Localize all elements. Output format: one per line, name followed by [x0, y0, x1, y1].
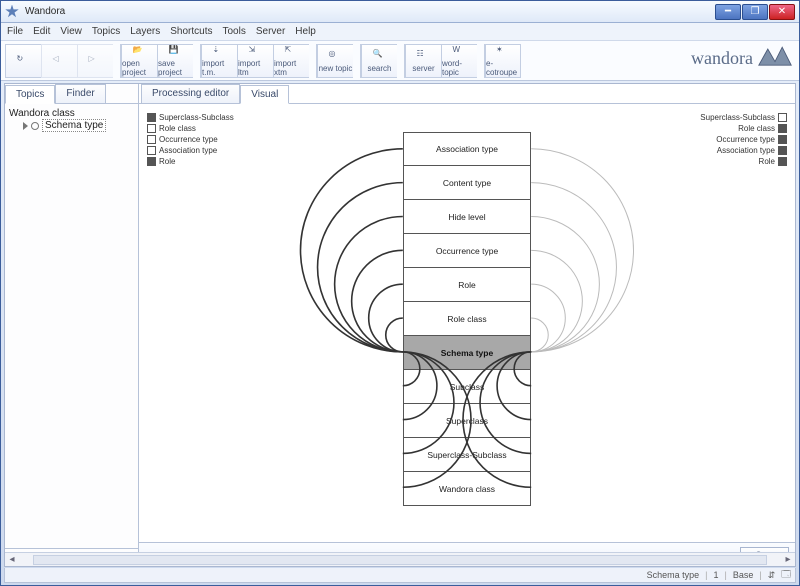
- word-icon: W: [453, 45, 467, 58]
- menu-topics[interactable]: Topics: [92, 26, 120, 37]
- tree-root[interactable]: Wandora class: [9, 108, 134, 119]
- open-icon: 📂: [133, 45, 147, 58]
- scroll-left-icon[interactable]: ◂: [5, 553, 19, 567]
- toolbar-fwd[interactable]: ▷: [77, 44, 113, 78]
- client-area: Topics Finder Wandora class Schema type …: [4, 83, 796, 567]
- status-bar: Schema type | 1 | Base | ⇵ 🗔: [4, 568, 796, 583]
- arc-edges: [139, 104, 795, 542]
- menu-server[interactable]: Server: [256, 26, 285, 37]
- sidebar-tabs: Topics Finder: [5, 84, 138, 104]
- window-title: Wandora: [25, 6, 715, 17]
- tri-left-icon: ◁: [53, 54, 67, 68]
- save-icon: 💾: [169, 45, 183, 58]
- scroll-right-icon[interactable]: ▸: [781, 553, 795, 567]
- h-scrollbar[interactable]: ◂ ▸: [5, 552, 795, 566]
- visualization-canvas[interactable]: Superclass-SubclassRole classOccurrence …: [139, 104, 795, 542]
- tree-child[interactable]: Schema type: [23, 119, 134, 132]
- tree-o-icon: [31, 122, 39, 130]
- tri-right-icon: ▷: [89, 54, 103, 68]
- toolbar-refresh[interactable]: ↻: [5, 44, 41, 78]
- toolbar-back[interactable]: ◁: [41, 44, 77, 78]
- cube-icon: ◎: [329, 49, 343, 63]
- menu-layers[interactable]: Layers: [130, 26, 160, 37]
- menu-view[interactable]: View: [60, 26, 82, 37]
- import3-icon: ⇱: [285, 45, 299, 58]
- menu-shortcuts[interactable]: Shortcuts: [170, 26, 212, 37]
- menu-tools[interactable]: Tools: [222, 26, 245, 37]
- close-button[interactable]: ✕: [769, 4, 795, 20]
- tree-child-label[interactable]: Schema type: [42, 119, 106, 132]
- status-icon-b[interactable]: 🗔: [781, 567, 791, 583]
- tab-processing-editor[interactable]: Processing editor: [141, 84, 240, 103]
- refresh-icon: ↻: [17, 54, 31, 68]
- toolbar-save-project[interactable]: 💾save project: [157, 44, 193, 78]
- import-icon: ⇣: [213, 45, 227, 58]
- status-icon-a[interactable]: ⇵: [768, 570, 776, 581]
- search-icon: 🔍: [373, 49, 387, 63]
- editor-tabs: Processing editor Visual: [139, 84, 795, 104]
- toolbar-new-topic[interactable]: ◎new topic: [317, 44, 353, 78]
- title-bar[interactable]: Wandora ━ ❐ ✕: [1, 1, 799, 23]
- status-context: Schema type: [647, 570, 700, 580]
- sidebar: Topics Finder Wandora class Schema type …: [5, 84, 139, 566]
- toolbar-import-ltm[interactable]: ⇲import ltm: [237, 44, 273, 78]
- toolbar-server[interactable]: ☷server: [405, 44, 441, 78]
- tab-topics[interactable]: Topics: [5, 85, 55, 104]
- minimize-button[interactable]: ━: [715, 4, 741, 20]
- menu-bar[interactable]: File Edit View Topics Layers Shortcuts Tools Se…: [1, 23, 799, 41]
- toolbar-import-xtm[interactable]: ⇱import xtm: [273, 44, 309, 78]
- scroll-tray[interactable]: [33, 555, 767, 565]
- topic-tree[interactable]: Wandora class Schema type: [5, 104, 138, 548]
- toolbar-word-topic[interactable]: Wword-topic: [441, 44, 477, 78]
- menu-edit[interactable]: Edit: [33, 26, 50, 37]
- menu-file[interactable]: File: [7, 26, 23, 37]
- menu-help[interactable]: Help: [295, 26, 316, 37]
- shape-icon: ✶: [496, 45, 510, 58]
- maximize-button[interactable]: ❐: [742, 4, 768, 20]
- status-layer: Base: [733, 570, 754, 580]
- toolbar-ecotroupe[interactable]: ✶e-cotroupe: [485, 44, 521, 78]
- brand-logo: wandora: [691, 45, 793, 71]
- status-count: 1: [713, 570, 718, 580]
- tab-visual[interactable]: Visual: [240, 85, 289, 104]
- tab-finder[interactable]: Finder: [55, 84, 105, 103]
- server-icon: ☷: [417, 49, 431, 63]
- tree-expand-icon[interactable]: [23, 122, 28, 130]
- import2-icon: ⇲: [249, 45, 263, 58]
- toolbar-open-project[interactable]: 📂open project: [121, 44, 157, 78]
- toolbar: ↻ ◁ ▷ 📂open project💾save project⇣import t.m…: [1, 41, 799, 81]
- window-frame: Wandora ━ ❐ ✕ File Edit View Topics Layers Sh…: [0, 0, 800, 586]
- toolbar-import-tm[interactable]: ⇣import t.m.: [201, 44, 237, 78]
- app-icon: [5, 5, 19, 19]
- toolbar-search[interactable]: 🔍search: [361, 44, 397, 78]
- right-pane: Processing editor Visual Superclass-Subc…: [139, 84, 795, 566]
